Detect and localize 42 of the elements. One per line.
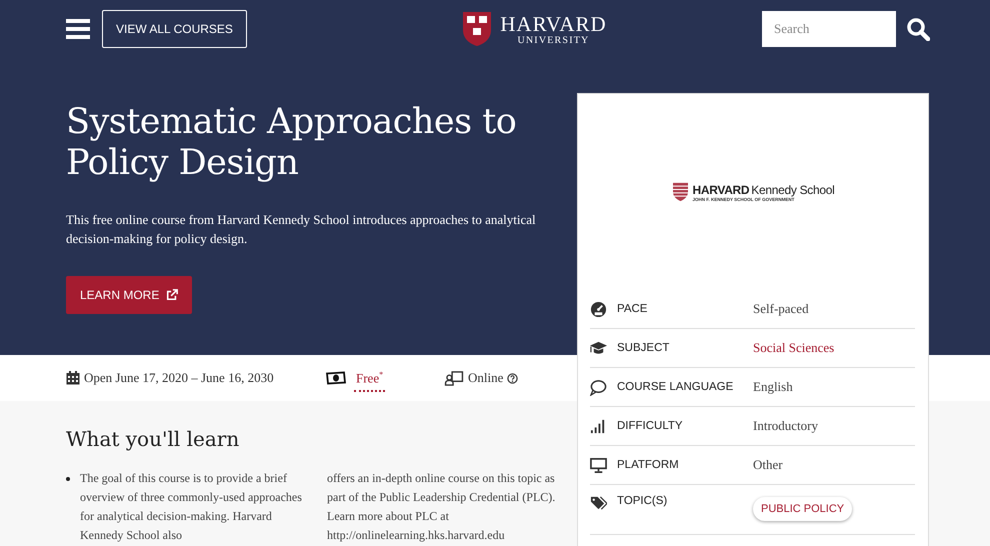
- info-label: SUBJECT: [617, 342, 670, 354]
- info-label: TOPIC(S): [617, 495, 668, 507]
- external-link-icon: [166, 289, 178, 301]
- school-name: HARVARD Kennedy School: [692, 182, 834, 196]
- course-fact: Open June 17, 2020 – June 16, 2030: [84, 370, 274, 386]
- bars-icon: [590, 418, 607, 434]
- search-icon[interactable]: [906, 17, 930, 41]
- subject-link[interactable]: Social Sciences: [753, 340, 834, 356]
- info-label: PACE: [617, 303, 648, 315]
- learn-more-button[interactable]: LEARN MORE: [66, 276, 192, 314]
- search-field[interactable]: Search: [762, 11, 896, 47]
- learning-outcome: The goal of this course is to provide a brief overview of three commonly-used approaches for analytical decision-making. Harvard Kennedy School also: [80, 470, 303, 544]
- section-heading: What you'll learn: [66, 427, 240, 451]
- learning-outcome: offers an in-depth online course on this topic as part of the Public Leadership Credential (PLC). Learn more about PLC at http://onlinelearning.hks.harvard.edu: [327, 470, 556, 544]
- info-value: English: [753, 379, 793, 395]
- info-label: COURSE LANGUAGE: [617, 381, 734, 393]
- online-learning-icon: [444, 370, 464, 386]
- calendar-icon: [66, 371, 80, 385]
- course-description: This free online course from Harvard Kennedy School introduces approaches to analytical decision-making for policy design.: [66, 211, 536, 248]
- view-all-courses-button[interactable]: VIEW ALL COURSES: [102, 10, 247, 48]
- logo-name: HARVARD: [500, 12, 607, 34]
- info-label: DIFFICULTY: [617, 420, 684, 432]
- tag-icon: [590, 495, 607, 512]
- price-link[interactable]: Free$^{*}$: [354, 370, 386, 392]
- cap-icon: [590, 340, 607, 356]
- info-value: Introductory: [753, 418, 818, 434]
- info-value: Other: [753, 457, 783, 473]
- banknote-icon: [326, 370, 346, 386]
- shield-icon: [672, 182, 688, 202]
- info-value: Self-paced: [753, 301, 809, 317]
- bullet-icon: [66, 477, 70, 481]
- monitor-icon: [590, 456, 607, 474]
- info-label: PLATFORM: [617, 459, 680, 471]
- gauge-icon: [590, 300, 607, 318]
- course-title: Systematic Approaches to Policy Design: [66, 102, 518, 184]
- topic-tag[interactable]: PUBLIC POLICY: [753, 497, 852, 521]
- course-fact: Online: [468, 370, 504, 386]
- shield-icon: [462, 11, 492, 47]
- logo-subtitle: UNIVERSITY: [517, 34, 590, 46]
- help-icon[interactable]: [507, 372, 518, 384]
- bubble-icon: [590, 378, 607, 396]
- menu-icon[interactable]: [66, 19, 90, 39]
